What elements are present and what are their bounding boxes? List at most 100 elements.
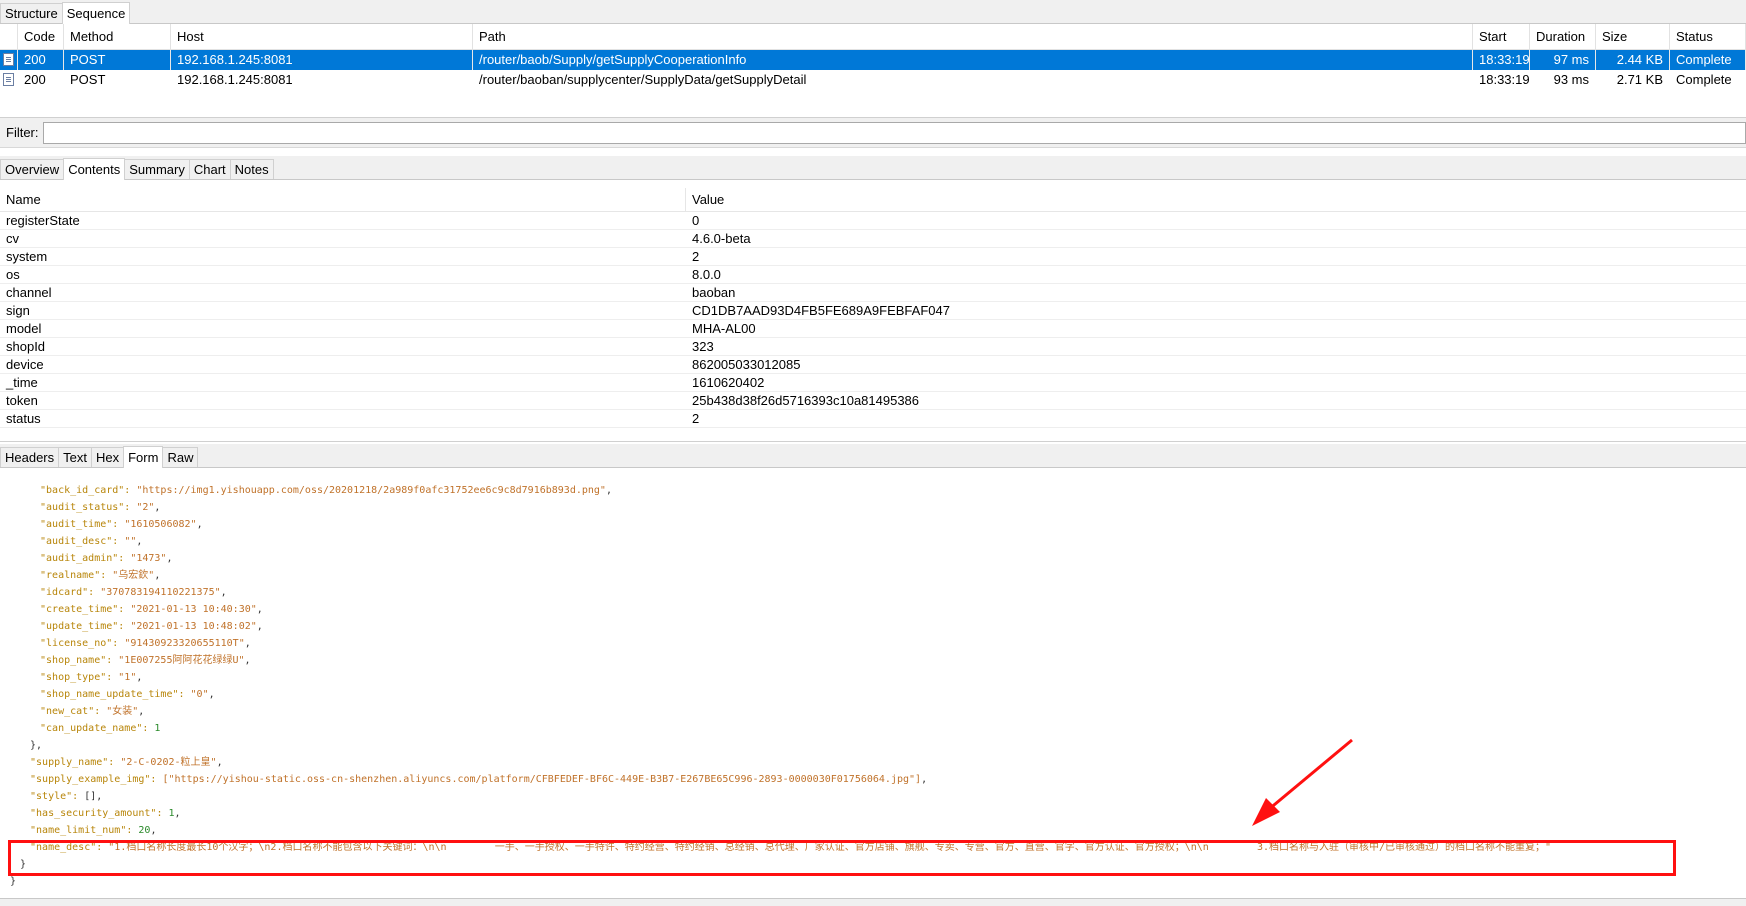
json-value: "1473" — [130, 553, 167, 564]
param-name: channel — [6, 285, 52, 300]
json-line: "audit_desc": "", — [40, 536, 143, 547]
column-header-code[interactable]: Code — [18, 24, 64, 49]
json-trail: , — [256, 621, 263, 632]
json-key: idcard — [46, 587, 83, 598]
column-header-duration[interactable]: Duration — [1530, 24, 1596, 49]
json-value: "女装" — [106, 706, 139, 717]
json-key: audit_time — [46, 519, 107, 530]
table-row[interactable]: _time 1610620402 — [0, 374, 1746, 392]
json-trail: , — [136, 536, 143, 547]
highlight-annotation-box — [8, 840, 1676, 876]
json-line: "supply_name": "2-C-0202-粒上皇", — [30, 757, 223, 768]
cell-status: Complete — [1676, 72, 1732, 87]
json-line: "audit_time": "1610506082", — [40, 519, 203, 530]
table-row[interactable]: token 25b438d38f26d5716393c10a81495386 — [0, 392, 1746, 410]
file-icon-cell — [0, 50, 18, 70]
json-line: "shop_name_update_time": "0", — [40, 689, 215, 700]
json-trail: , — [166, 553, 173, 564]
filter-label: Filter: — [6, 125, 39, 140]
tab-chart[interactable]: Chart — [188, 159, 231, 179]
json-line: "audit_status": "2", — [40, 502, 161, 513]
tab-headers[interactable]: Headers — [0, 447, 60, 467]
param-name: model — [6, 321, 42, 336]
table-row[interactable]: device 862005033012085 — [0, 356, 1746, 374]
tab-contents[interactable]: Contents — [63, 158, 126, 180]
param-value: 1610620402 — [692, 375, 765, 390]
param-name: registerState — [6, 213, 80, 228]
column-header-value[interactable]: Value — [686, 188, 724, 211]
tab-sequence[interactable]: Sequence — [61, 2, 131, 24]
cell-start: 18:33:19 — [1479, 72, 1530, 87]
param-name: token — [6, 393, 38, 408]
json-line: "supply_example_img": ["https://yishou-s… — [30, 774, 928, 785]
json-key: update_time — [46, 621, 113, 632]
tab-overview[interactable]: Overview — [0, 159, 65, 179]
sub-tabbar: Headers Text Hex Form Raw — [0, 444, 1746, 468]
json-key: name_limit_num — [36, 825, 121, 836]
json-key: supply_name — [36, 757, 103, 768]
table-row[interactable]: system 2 — [0, 248, 1746, 266]
column-header-start[interactable]: Start — [1473, 24, 1530, 49]
table-row[interactable]: registerState 0 — [0, 212, 1746, 230]
column-header-name[interactable]: Name — [0, 188, 686, 211]
json-punct: }, — [30, 740, 43, 751]
json-key: has_security_amount — [36, 808, 151, 819]
sequence-table: Code Method Host Path Start Duration Siz… — [0, 24, 1746, 118]
cell-code: 200 — [18, 50, 64, 70]
param-value: CD1DB7AAD93D4FB5FE689A9FEBFAF047 — [692, 303, 950, 318]
table-row[interactable]: 200 POST 192.168.1.245:8081 /router/baob… — [0, 70, 1746, 90]
json-line: "realname": "乌宏欽", — [40, 570, 161, 581]
json-value: [] — [84, 791, 97, 802]
json-line: "audit_admin": "1473", — [40, 553, 173, 564]
json-line: }, — [30, 737, 42, 754]
tab-form[interactable]: Form — [123, 446, 164, 468]
json-value: "2021-01-13 10:40:30" — [130, 604, 257, 615]
json-value: 20 — [138, 825, 151, 836]
json-key: style — [36, 791, 67, 802]
json-trail: , — [256, 604, 263, 615]
json-line: "name_limit_num": 20, — [30, 825, 157, 836]
json-key: new_cat — [46, 706, 89, 717]
json-trail: , — [220, 587, 227, 598]
tab-structure[interactable]: Structure — [0, 3, 63, 23]
table-row[interactable]: cv 4.6.0-beta — [0, 230, 1746, 248]
tab-text[interactable]: Text — [58, 447, 92, 467]
table-row[interactable]: channel baoban — [0, 284, 1746, 302]
table-row[interactable]: model MHA-AL00 — [0, 320, 1746, 338]
form-params-header: Name Value — [0, 188, 1746, 212]
top-tabbar: Structure Sequence — [0, 0, 1746, 24]
tab-raw[interactable]: Raw — [162, 447, 199, 467]
json-key: audit_status — [46, 502, 119, 513]
json-trail: , — [138, 706, 145, 717]
json-trail: , — [605, 485, 612, 496]
json-trail: , — [150, 825, 157, 836]
cell-duration: 93 ms — [1553, 72, 1589, 87]
table-row[interactable]: shopId 323 — [0, 338, 1746, 356]
table-row[interactable]: status 2 — [0, 410, 1746, 428]
tab-hex[interactable]: Hex — [90, 447, 125, 467]
json-value: "1E007255阿阿花花绿绿U" — [118, 655, 245, 666]
column-header-size[interactable]: Size — [1596, 24, 1670, 49]
tab-summary[interactable]: Summary — [124, 159, 190, 179]
column-header-path[interactable]: Path — [473, 24, 1473, 49]
param-value: 862005033012085 — [692, 357, 801, 372]
detail-tabbar: Overview Contents Summary Chart Notes — [0, 156, 1746, 180]
json-trail: , — [208, 689, 215, 700]
tab-notes[interactable]: Notes — [229, 159, 274, 179]
column-header-status[interactable]: Status — [1670, 24, 1746, 49]
table-row[interactable]: sign CD1DB7AAD93D4FB5FE689A9FEBFAF047 — [0, 302, 1746, 320]
table-row[interactable]: 200 POST 192.168.1.245:8081 /router/baob… — [0, 50, 1746, 70]
json-response-view[interactable]: "back_id_card": "https://img1.yishouapp.… — [0, 474, 1746, 898]
json-line: "has_security_amount": 1, — [30, 808, 181, 819]
param-value: 0 — [692, 213, 700, 228]
file-icon — [3, 53, 14, 66]
json-punct: } — [10, 876, 17, 887]
json-key: supply_example_img — [36, 774, 145, 785]
param-name: cv — [6, 231, 19, 246]
json-trail: , — [921, 774, 928, 785]
table-row[interactable]: os 8.0.0 — [0, 266, 1746, 284]
filter-input[interactable] — [42, 121, 1746, 144]
json-line: "shop_type": "1", — [40, 672, 143, 683]
column-header-method[interactable]: Method — [64, 24, 171, 49]
column-header-host[interactable]: Host — [171, 24, 473, 49]
